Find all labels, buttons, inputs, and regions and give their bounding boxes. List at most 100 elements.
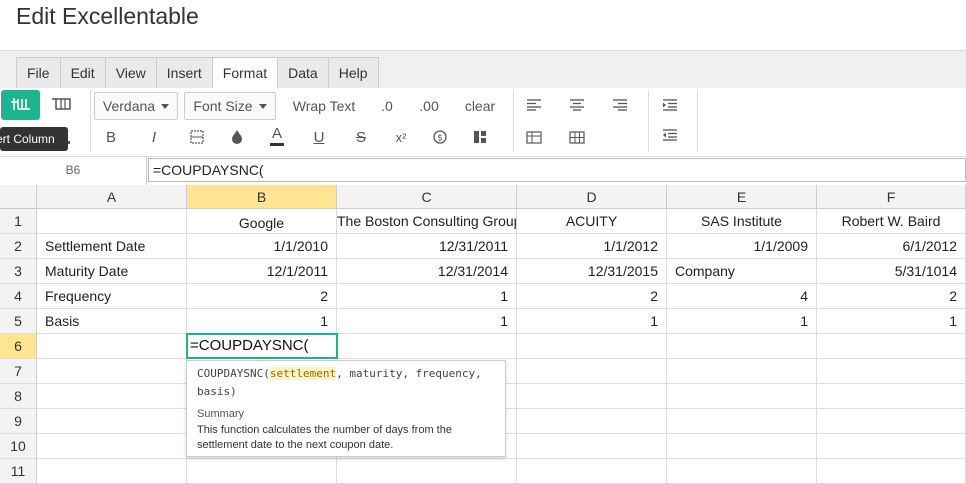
- align-right-button[interactable]: [610, 96, 630, 114]
- cell-d7[interactable]: [517, 359, 667, 384]
- align-left-button[interactable]: [524, 96, 544, 114]
- cell-f8[interactable]: [817, 384, 966, 409]
- cell-e6[interactable]: [667, 334, 817, 359]
- cell-d10[interactable]: [517, 434, 667, 459]
- cell-f7[interactable]: [817, 359, 966, 384]
- row-header[interactable]: 5: [0, 309, 37, 334]
- row-header[interactable]: 10: [0, 434, 37, 459]
- cell-a6[interactable]: [37, 334, 187, 359]
- menu-help[interactable]: Help: [327, 57, 379, 88]
- cell-b1[interactable]: Google: [187, 209, 337, 234]
- font-size-select[interactable]: Font Size: [184, 92, 276, 120]
- text-color-button[interactable]: A: [267, 124, 287, 148]
- cell-a9[interactable]: [37, 409, 187, 434]
- row-header[interactable]: 8: [0, 384, 37, 409]
- insert-column-button[interactable]: [1, 90, 40, 120]
- cell-c5[interactable]: 1: [337, 309, 517, 334]
- menu-file[interactable]: File: [16, 57, 60, 88]
- function-signature[interactable]: COUPDAYSNC(settlement, maturity, frequen…: [197, 365, 497, 401]
- cell-f4[interactable]: 2: [817, 284, 966, 309]
- borders-button[interactable]: [187, 126, 207, 148]
- grid-button[interactable]: [567, 126, 587, 148]
- cell-b2[interactable]: 1/1/2010: [187, 234, 337, 259]
- cell-d4[interactable]: 2: [517, 284, 667, 309]
- cell-b5[interactable]: 1: [187, 309, 337, 334]
- cell-f10[interactable]: [817, 434, 966, 459]
- cell-f5[interactable]: 1: [817, 309, 966, 334]
- decrease-decimal-button[interactable]: .0: [374, 92, 400, 120]
- underline-button[interactable]: U: [309, 126, 329, 148]
- insert-table-button[interactable]: [524, 126, 544, 148]
- cell-d3[interactable]: 12/31/2015: [517, 259, 667, 284]
- cell-d6[interactable]: [517, 334, 667, 359]
- merge-cells-button[interactable]: [470, 126, 490, 148]
- menu-format[interactable]: Format: [211, 57, 278, 89]
- cell-a5[interactable]: Basis: [37, 309, 187, 334]
- cell-e7[interactable]: [667, 359, 817, 384]
- column-header-d[interactable]: D: [517, 185, 667, 209]
- cell-a3[interactable]: Maturity Date: [37, 259, 187, 284]
- font-family-select[interactable]: Verdana: [94, 92, 178, 120]
- column-header-c[interactable]: C: [337, 185, 517, 209]
- cell-f1[interactable]: Robert W. Baird: [817, 209, 966, 234]
- cell-d1[interactable]: ACUITY: [517, 209, 667, 234]
- cell-f3[interactable]: 5/31/1014: [817, 259, 966, 284]
- cell-c4[interactable]: 1: [337, 284, 517, 309]
- cell-e8[interactable]: [667, 384, 817, 409]
- row-header[interactable]: 9: [0, 409, 37, 434]
- outdent-button[interactable]: [660, 126, 680, 144]
- column-header-b[interactable]: B: [187, 185, 337, 209]
- menu-edit[interactable]: Edit: [59, 57, 105, 88]
- corner-cell[interactable]: [0, 185, 37, 209]
- cell-reference[interactable]: B6: [0, 157, 147, 185]
- cell-d9[interactable]: [517, 409, 667, 434]
- formula-input[interactable]: =COUPDAYSNC(: [148, 158, 966, 182]
- cell-a8[interactable]: [37, 384, 187, 409]
- cell-e10[interactable]: [667, 434, 817, 459]
- number-format-button[interactable]: $: [430, 126, 450, 148]
- cell-d8[interactable]: [517, 384, 667, 409]
- menu-data[interactable]: Data: [277, 57, 328, 88]
- cell-e1[interactable]: SAS Institute: [667, 209, 817, 234]
- cell-f6[interactable]: [817, 334, 966, 359]
- superscript-button[interactable]: x²: [390, 126, 412, 148]
- cell-d5[interactable]: 1: [517, 309, 667, 334]
- cell-a4[interactable]: Frequency: [37, 284, 187, 309]
- column-header-a[interactable]: A: [37, 185, 187, 209]
- cell-e5[interactable]: 1: [667, 309, 817, 334]
- cell-a1[interactable]: [37, 209, 187, 234]
- cell-b4[interactable]: 2: [187, 284, 337, 309]
- italic-button[interactable]: I: [144, 126, 164, 148]
- clear-format-button[interactable]: clear: [458, 92, 502, 120]
- row-header-selected[interactable]: 6: [0, 334, 37, 359]
- cell-f9[interactable]: [817, 409, 966, 434]
- cell-a10[interactable]: [37, 434, 187, 459]
- row-header[interactable]: 1: [0, 209, 37, 234]
- fill-color-button[interactable]: [227, 126, 247, 148]
- cell-c3[interactable]: 12/31/2014: [337, 259, 517, 284]
- cell-c2[interactable]: 12/31/2011: [337, 234, 517, 259]
- cell-e4[interactable]: 4: [667, 284, 817, 309]
- insert-row-button[interactable]: [48, 92, 76, 118]
- cell-editor-b6[interactable]: =COUPDAYSNC(: [186, 333, 338, 359]
- row-header[interactable]: 2: [0, 234, 37, 259]
- cell-b3[interactable]: 12/1/2011: [187, 259, 337, 284]
- menu-view[interactable]: View: [104, 57, 156, 88]
- indent-button[interactable]: [660, 96, 680, 114]
- menu-insert[interactable]: Insert: [155, 57, 212, 88]
- bold-button[interactable]: B: [101, 126, 121, 148]
- column-header-f[interactable]: F: [817, 185, 966, 209]
- strikethrough-button[interactable]: S: [351, 126, 371, 148]
- cell-a2[interactable]: Settlement Date: [37, 234, 187, 259]
- cell-a7[interactable]: [37, 359, 187, 384]
- column-header-e[interactable]: E: [667, 185, 817, 209]
- cell-c6[interactable]: [337, 334, 517, 359]
- row-header[interactable]: 4: [0, 284, 37, 309]
- cell-e3[interactable]: Company: [667, 259, 817, 284]
- wrap-text-button[interactable]: Wrap Text: [286, 92, 362, 120]
- cell-c1[interactable]: The Boston Consulting Group: [337, 209, 517, 234]
- cell-f2[interactable]: 6/1/2012: [817, 234, 966, 259]
- increase-decimal-button[interactable]: .00: [412, 92, 446, 120]
- row-header[interactable]: 7: [0, 359, 37, 384]
- cell-e2[interactable]: 1/1/2009: [667, 234, 817, 259]
